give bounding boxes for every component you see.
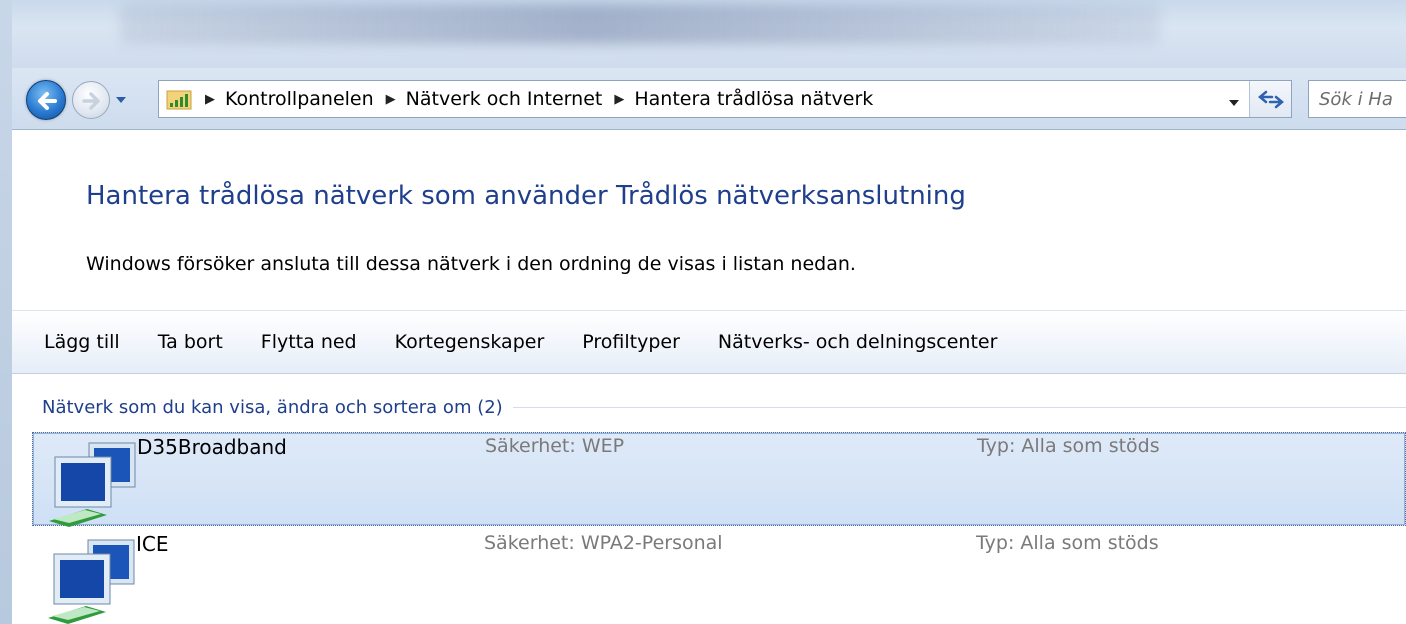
profile-types-button[interactable]: Profiltyper: [582, 331, 680, 353]
network-sharing-center-button[interactable]: Nätverks- och delningscenter: [718, 331, 997, 353]
page-title: Hantera trådlösa nätverk som använder Tr…: [86, 181, 966, 211]
navigation-bar: ▶ Kontrollpanelen ▶ Nätverk och Internet…: [12, 68, 1406, 130]
forward-button[interactable]: [72, 81, 110, 119]
network-list-item[interactable]: D35Broadband Säkerhet: WEP Typ: Alla som…: [32, 432, 1406, 527]
network-signal-icon: [166, 90, 192, 110]
network-name: D35Broadband: [137, 435, 287, 459]
breadcrumb-separator-icon[interactable]: ▶: [614, 92, 624, 107]
window-left-border: [0, 0, 12, 624]
forward-arrow-icon: [82, 92, 100, 110]
window-title-bar: [0, 0, 1406, 68]
remove-button[interactable]: Ta bort: [158, 331, 223, 353]
adapter-properties-button[interactable]: Kortegenskaper: [395, 331, 545, 353]
network-security: Säkerhet: WEP: [485, 435, 625, 457]
network-group-title: Nätverk som du kan visa, ändra och sorte…: [42, 396, 503, 418]
breadcrumb-separator-icon: ▶: [205, 91, 215, 107]
move-down-button[interactable]: Flytta ned: [261, 331, 357, 353]
back-arrow-icon: [38, 92, 57, 110]
page-description: Windows försöker ansluta till dessa nätv…: [86, 253, 856, 275]
breadcrumb-manage-wireless[interactable]: Hantera trådlösa nätverk: [634, 88, 873, 110]
recent-pages-dropdown[interactable]: [114, 92, 128, 106]
wireless-network-computers-icon: [49, 442, 136, 527]
title-bar-background-blur: [120, 4, 1160, 44]
address-bar[interactable]: ▶ Kontrollpanelen ▶ Nätverk och Internet…: [158, 80, 1292, 118]
back-button[interactable]: [26, 80, 66, 120]
search-input[interactable]: [1319, 88, 1406, 110]
network-list-item[interactable]: ICE Säkerhet: WPA2-Personal Typ: Alla so…: [32, 530, 1406, 624]
network-security: Säkerhet: WPA2-Personal: [484, 532, 723, 554]
refresh-icon: [1258, 90, 1284, 109]
network-group-header[interactable]: Nätverk som du kan visa, ändra och sorte…: [42, 394, 1406, 420]
wireless-network-computers-icon: [48, 539, 135, 624]
chevron-down-icon: [116, 97, 126, 103]
network-name: ICE: [136, 532, 169, 556]
network-type: Typ: Alla som stöds: [976, 532, 1159, 554]
chevron-down-icon: [1229, 100, 1239, 106]
add-button[interactable]: Lägg till: [44, 331, 120, 353]
breadcrumb-network-internet[interactable]: Nätverk och Internet: [406, 88, 603, 110]
network-type: Typ: Alla som stöds: [977, 435, 1160, 457]
search-box[interactable]: [1308, 80, 1406, 118]
breadcrumb-control-panel[interactable]: Kontrollpanelen: [225, 88, 374, 110]
breadcrumb-separator-icon[interactable]: ▶: [386, 92, 396, 107]
address-history-dropdown[interactable]: [1227, 94, 1241, 106]
group-divider: [512, 406, 1406, 408]
command-toolbar: Lägg till Ta bort Flytta ned Kortegenska…: [12, 310, 1406, 374]
refresh-button[interactable]: [1249, 81, 1291, 117]
